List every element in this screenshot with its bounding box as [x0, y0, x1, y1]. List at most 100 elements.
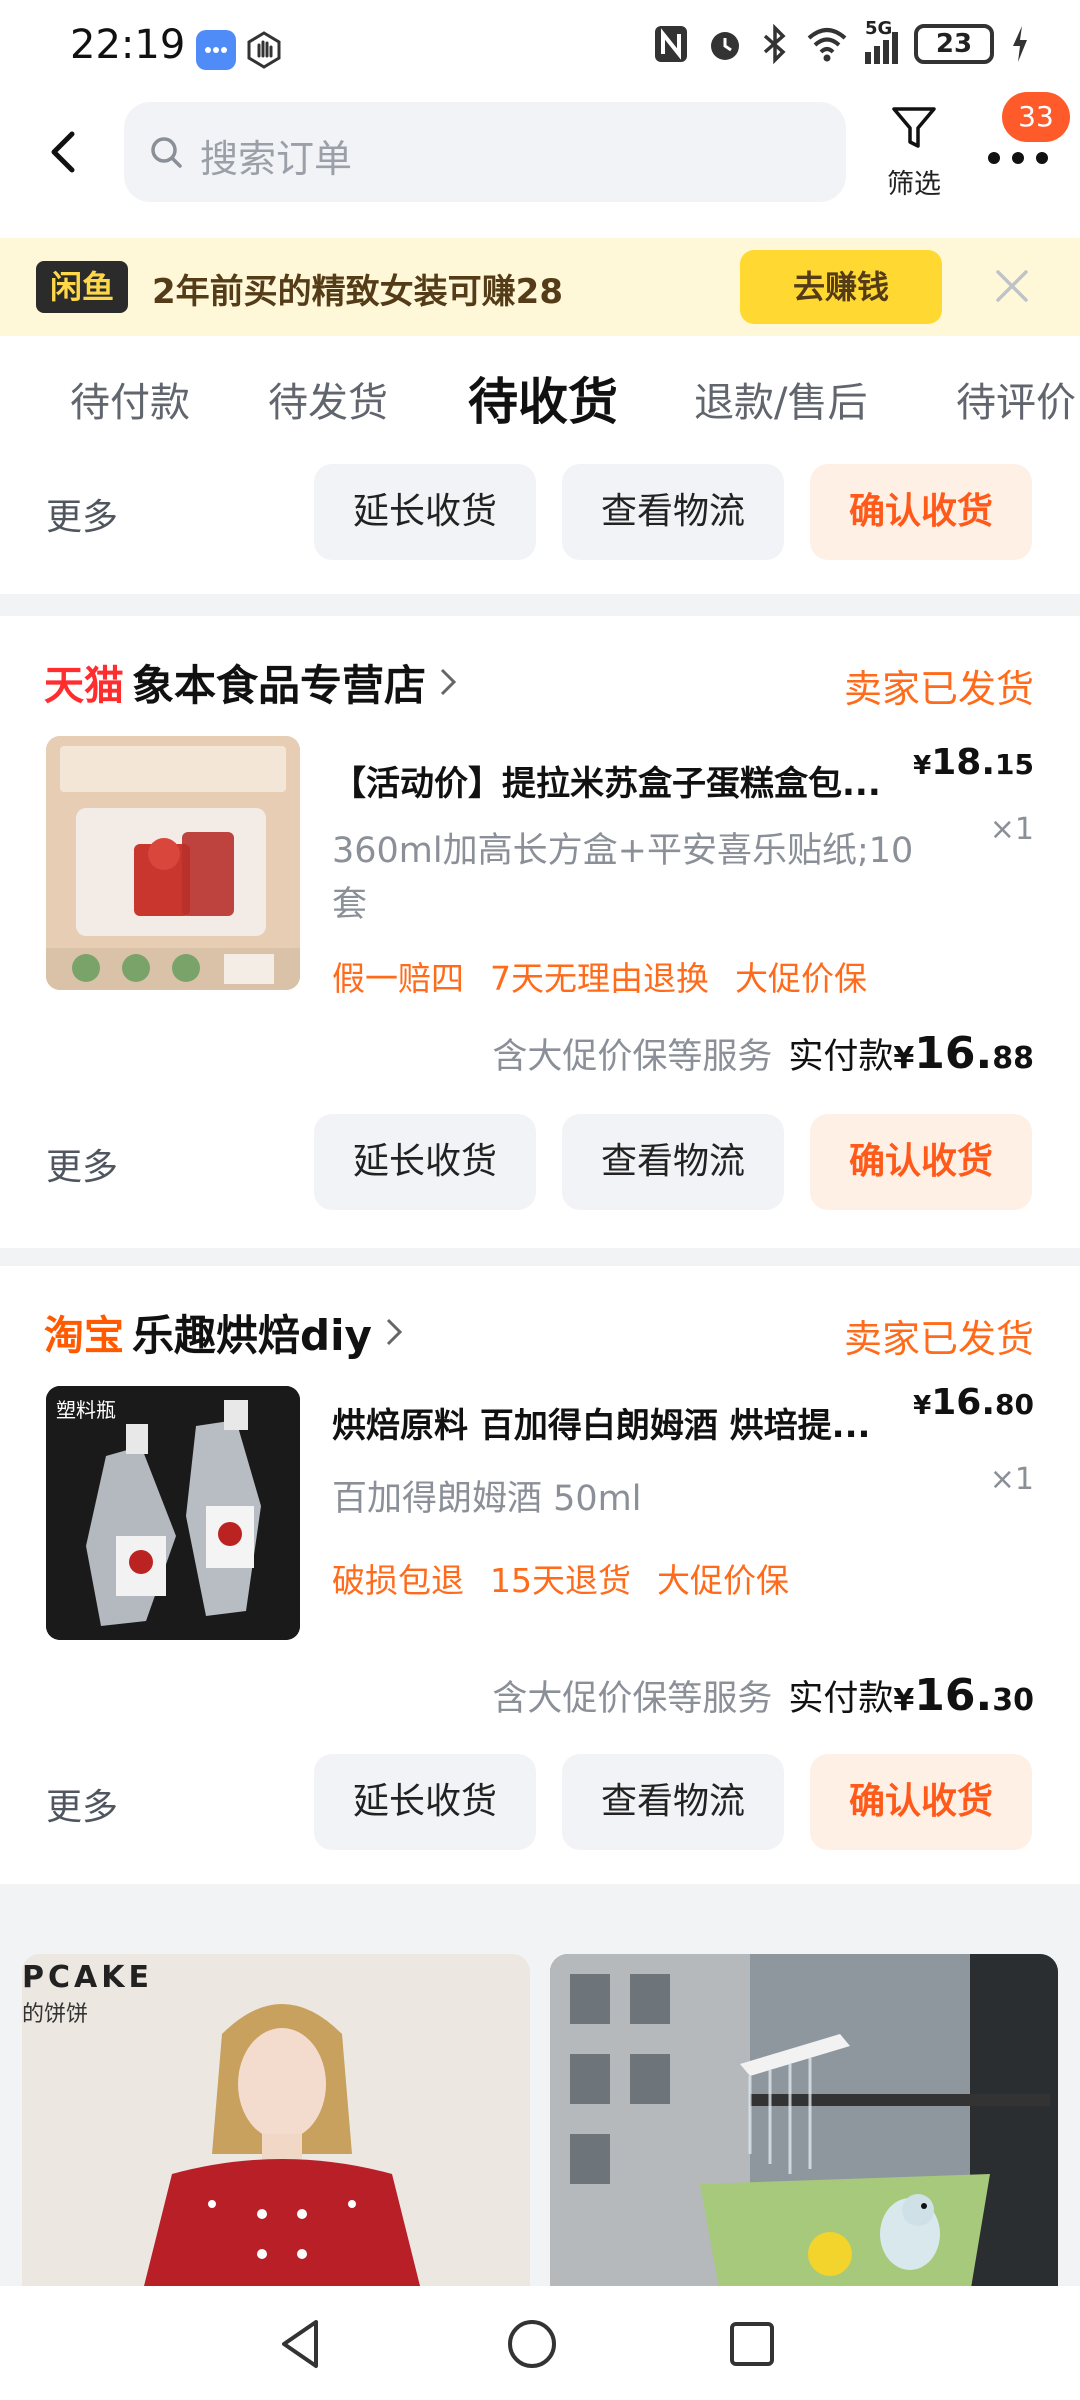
paid-decimal: 30 — [992, 1683, 1034, 1718]
tag-item: 假一赔四 — [332, 959, 464, 998]
paid-currency: ¥ — [893, 1683, 915, 1718]
signal-icon: 5G — [865, 18, 898, 64]
hand-icon — [244, 30, 284, 70]
product-title[interactable]: 【活动价】提拉米苏盒子蛋糕盒包... — [332, 756, 922, 805]
image-overlay-label: 塑料瓶 — [56, 1398, 116, 1422]
search-icon — [151, 137, 182, 168]
more-button[interactable]: 更多 — [46, 1778, 118, 1830]
paid-integer: 16. — [914, 1028, 993, 1079]
order-actions: 更多 延长收货 查看物流 确认收货 — [0, 1114, 1080, 1210]
product-spec: 360ml加高长方盒+平安喜乐贴纸;10套 — [332, 831, 914, 925]
tab-pending-review[interactable]: 待评价 — [956, 370, 1076, 428]
recommended-brand-subtext: 的饼饼 — [22, 2002, 89, 2027]
shipping-status: 卖家已发货 — [843, 667, 1034, 711]
app-screen: 22:19 5G 23 搜索订单 筛选 33 闲鱼 2年前买的精致女装可赚28 … — [0, 0, 1080, 2400]
unit-price: ¥16.80 — [913, 1382, 1034, 1423]
product-title[interactable]: 烘焙原料 百加得白朗姆酒 烘培提... — [332, 1398, 922, 1447]
paid-currency: ¥ — [893, 1041, 915, 1076]
quantity: ×1 — [989, 812, 1034, 847]
tab-pending-receipt[interactable]: 待收货 — [468, 362, 618, 434]
view-logistics-button[interactable]: 查看物流 — [562, 1754, 784, 1850]
extend-receipt-button[interactable]: 延长收货 — [314, 1754, 536, 1850]
order-status-tabs: 待付款 待发货 待收货 退款/售后 待评价 — [0, 336, 1080, 454]
filter-icon — [892, 107, 936, 148]
close-icon[interactable] — [990, 264, 1034, 308]
price-currency: ¥ — [913, 751, 932, 781]
bluetooth-icon — [763, 24, 786, 64]
shop-row[interactable]: 天猫 象本食品专营店 — [44, 652, 460, 712]
product-image[interactable]: 塑料瓶 — [46, 1386, 300, 1640]
product-image[interactable] — [46, 736, 300, 990]
promo-banner[interactable]: 闲鱼 2年前买的精致女装可赚28 去赚钱 — [0, 238, 1080, 336]
service-tags: 假一赔四 7天无理由退换 大促价保 — [332, 952, 867, 1000]
tag-item: 大促价保 — [735, 959, 867, 998]
extend-receipt-button[interactable]: 延长收货 — [314, 1114, 536, 1210]
price-currency: ¥ — [913, 1391, 932, 1421]
price-decimal: 15 — [995, 748, 1034, 781]
paid-decimal: 88 — [992, 1041, 1034, 1076]
shop-name: 乐趣烘焙diy — [132, 1310, 372, 1360]
tab-refund-aftersale[interactable]: 退款/售后 — [694, 370, 867, 428]
more-button[interactable]: 更多 — [46, 1138, 118, 1190]
promo-text: 2年前买的精致女装可赚28 — [152, 272, 563, 312]
view-logistics-button[interactable]: 查看物流 — [562, 1114, 784, 1210]
network-type: 5G — [865, 18, 893, 39]
tab-pending-payment[interactable]: 待付款 — [70, 370, 190, 428]
tag-item: 7天无理由退换 — [490, 959, 709, 998]
nav-back-icon[interactable] — [272, 2314, 332, 2374]
message-count-badge: 33 — [1002, 92, 1070, 142]
filter-button[interactable]: 筛选 — [874, 104, 954, 204]
service-note: 含大促价保等服务 — [492, 1037, 773, 1077]
chevron-right-icon — [386, 1318, 402, 1346]
platform-label: 天猫 — [44, 663, 124, 709]
price-decimal: 80 — [995, 1388, 1034, 1421]
chevron-left-icon — [51, 131, 75, 173]
service-tags: 破损包退 15天退货 大促价保 — [332, 1554, 789, 1602]
extend-receipt-button[interactable]: 延长收货 — [314, 464, 536, 560]
payment-total: 含大促价保等服务 实付款 ¥16. 88 — [492, 1028, 1034, 1079]
shop-row[interactable]: 淘宝 乐趣烘焙diy — [44, 1302, 406, 1362]
system-navigation-bar — [0, 2286, 1080, 2400]
confirm-receipt-button[interactable]: 确认收货 — [810, 1754, 1032, 1850]
status-indicators: 5G 23 — [653, 18, 1030, 64]
product-spec: 百加得朗姆酒 50ml — [332, 1479, 642, 1519]
nfc-icon — [655, 26, 687, 62]
order-search-header: 搜索订单 筛选 33 — [0, 92, 1080, 238]
recommended-product-card[interactable] — [550, 1954, 1058, 2294]
order-actions: 更多 延长收货 查看物流 确认收货 — [0, 1754, 1080, 1850]
search-placeholder: 搜索订单 — [200, 137, 353, 181]
order-card: 天猫 象本食品专营店 卖家已发货 【活动价】提拉米苏盒子蛋糕盒包... ¥18.… — [0, 616, 1080, 1248]
tab-pending-shipment[interactable]: 待发货 — [268, 370, 388, 428]
xianyu-logo: 闲鱼 — [36, 261, 128, 313]
chevron-right-icon — [440, 668, 457, 696]
order-card: 淘宝 乐趣烘焙diy 卖家已发货 塑料瓶 烘焙原料 百加得白朗姆酒 烘培提...… — [0, 1266, 1080, 1884]
status-time: 22:19 — [70, 22, 186, 68]
service-note: 含大促价保等服务 — [492, 1679, 773, 1719]
confirm-receipt-button[interactable]: 确认收货 — [810, 464, 1032, 560]
confirm-receipt-button[interactable]: 确认收货 — [810, 1114, 1032, 1210]
earn-money-button[interactable]: 去赚钱 — [740, 250, 942, 324]
search-input[interactable]: 搜索订单 — [124, 102, 846, 202]
order-actions: 更多 延长收货 查看物流 确认收货 — [0, 464, 1080, 560]
nav-home-icon[interactable] — [502, 2314, 562, 2374]
shop-name: 象本食品专营店 — [132, 660, 427, 710]
back-button[interactable] — [34, 122, 94, 182]
tag-item: 破损包退 — [332, 1561, 464, 1600]
order-card-partial: 更多 延长收货 查看物流 确认收货 — [0, 454, 1080, 594]
view-logistics-button[interactable]: 查看物流 — [562, 464, 784, 560]
chat-icon — [196, 30, 236, 70]
unit-price: ¥18.15 — [913, 742, 1034, 783]
status-bar: 22:19 5G 23 — [0, 0, 1080, 92]
paid-label: 实付款 — [788, 1037, 894, 1077]
tag-item: 15天退货 — [490, 1561, 631, 1600]
recommended-product-card[interactable]: PCAKE 的饼饼 — [22, 1954, 530, 2294]
nav-recents-icon[interactable] — [722, 2314, 782, 2374]
price-integer: 16. — [931, 1382, 996, 1423]
alarm-icon — [711, 32, 739, 60]
quantity: ×1 — [989, 1462, 1034, 1497]
charging-icon — [1013, 26, 1027, 62]
shipping-status: 卖家已发货 — [843, 1317, 1034, 1361]
price-integer: 18. — [931, 742, 996, 783]
filter-label: 筛选 — [887, 169, 941, 200]
more-button[interactable]: 更多 — [46, 488, 118, 540]
